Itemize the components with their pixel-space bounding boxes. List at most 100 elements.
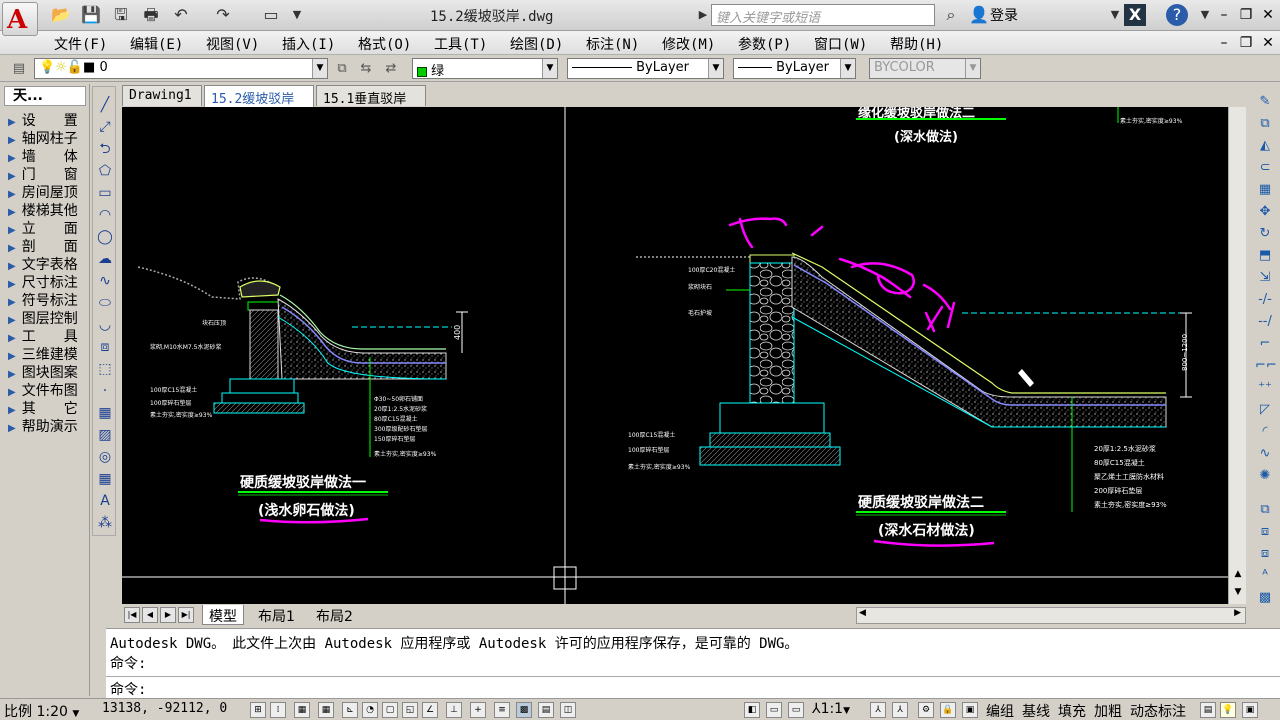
status-button-dynamic-dim[interactable]: 动态标注 <box>1130 701 1186 720</box>
panel-item[interactable]: ▶ 尺寸标注 <box>8 274 88 292</box>
binoculars-icon[interactable]: ⌕ <box>940 4 962 26</box>
linetype-dropdown[interactable]: ByLayer ▼ <box>567 58 724 79</box>
lineweight-icon[interactable]: ≡ <box>494 702 510 718</box>
insert-block-icon[interactable]: ⧈ <box>95 337 115 357</box>
panel-item[interactable]: ▶ 立 面 <box>8 220 88 238</box>
panel-title[interactable]: 天... <box>4 86 86 106</box>
layer-previous-icon[interactable]: ⇆ <box>357 60 375 78</box>
hatch-icon[interactable]: ▦ <box>95 403 115 423</box>
quick-view-layouts-icon[interactable]: ▭ <box>766 702 782 718</box>
last-tab-icon[interactable]: ▶| <box>178 607 194 623</box>
application-menu-button[interactable]: A <box>2 2 38 36</box>
hardware-accel-icon[interactable]: ▣ <box>962 702 978 718</box>
toolbar-lock-icon[interactable]: 🔒 <box>940 702 956 718</box>
panel-item[interactable]: ▶ 图块图案 <box>8 364 88 382</box>
break-at-point-icon[interactable]: ⌐ <box>1255 334 1275 354</box>
help-icon[interactable]: ? <box>1166 4 1188 26</box>
send-back-icon[interactable]: ⧈ <box>1255 544 1275 564</box>
tab-layout1[interactable]: 布局1 <box>252 605 301 625</box>
autoscale-icon[interactable]: ⅄ <box>892 702 908 718</box>
osnap-icon[interactable]: ▢ <box>382 702 398 718</box>
save-as-icon[interactable]: 🖫 <box>110 4 132 26</box>
panel-item[interactable]: ▶ 符号标注 <box>8 292 88 310</box>
doc-restore-icon[interactable]: ❐ <box>1236 34 1256 52</box>
layer-dropdown[interactable]: 💡☼🔓■ 0 ▼ <box>34 58 328 79</box>
lineweight-dropdown[interactable]: ByLayer ▼ <box>733 58 856 79</box>
panel-item[interactable]: ▶ 墙 体 <box>8 148 88 166</box>
make-block-icon[interactable]: ⬚ <box>95 359 115 379</box>
transparency-icon[interactable]: ▩ <box>516 702 532 718</box>
horizontal-scrollbar[interactable]: ◀ ▶ <box>856 607 1246 624</box>
drawing-canvas[interactable]: 400 块石压顶 浆砌,M10水M7.5水泥砂浆 100厚C15混凝土 100厚… <box>122 107 1228 604</box>
ucs-icon[interactable]: ⊥ <box>446 702 462 718</box>
add-selected-icon[interactable]: ⁂ <box>95 513 115 533</box>
blend-icon[interactable]: ∿ <box>1255 444 1275 464</box>
help-dropdown-icon[interactable]: ▼ <box>1194 4 1216 26</box>
minimize-window-icon[interactable]: – <box>1214 6 1234 24</box>
doc-minimize-icon[interactable]: – <box>1214 34 1234 52</box>
menu-window[interactable]: 窗口(W) <box>814 34 867 54</box>
panel-item[interactable]: ▶ 工 具 <box>8 328 88 346</box>
scroll-down-icon[interactable]: ▼ <box>1231 587 1245 603</box>
layer-manager-icon[interactable]: ▤ <box>10 60 28 78</box>
status-button-bold[interactable]: 加粗 <box>1094 701 1122 720</box>
login-dropdown-icon[interactable]: ▼ <box>1104 4 1126 26</box>
first-tab-icon[interactable]: |◀ <box>124 607 140 623</box>
region-icon[interactable]: ◎ <box>95 447 115 467</box>
panel-item[interactable]: ▶ 图层控制 <box>8 310 88 328</box>
trim-icon[interactable]: -/- <box>1255 290 1275 310</box>
user-icon[interactable]: 👤 <box>968 4 990 26</box>
menu-format[interactable]: 格式(O) <box>358 34 411 54</box>
erase-icon[interactable]: ✎ <box>1255 92 1275 112</box>
hatch-back-icon[interactable]: ▩ <box>1255 588 1275 608</box>
panel-item[interactable]: ▶ 轴网柱子 <box>8 130 88 148</box>
circle-icon[interactable]: ◯ <box>95 227 115 247</box>
3d-osnap-icon[interactable]: ◱ <box>402 702 418 718</box>
panel-item[interactable]: ▶ 帮助演示 <box>8 418 88 436</box>
doc-close-icon[interactable]: ✕ <box>1258 34 1278 52</box>
panel-item[interactable]: ▶ 文件布图 <box>8 382 88 400</box>
dyn-icon[interactable]: + <box>470 702 486 718</box>
communication-center-icon[interactable]: ▤ <box>1200 702 1216 718</box>
restore-window-icon[interactable]: ❐ <box>1236 6 1256 24</box>
panel-item[interactable]: ▶ 楼梯其他 <box>8 202 88 220</box>
save-icon[interactable]: 💾 <box>80 4 102 26</box>
annotation-visibility-icon[interactable]: ⅄ <box>870 702 886 718</box>
qat-dropdown-icon[interactable]: ▼ <box>286 4 308 26</box>
scroll-up-icon[interactable]: ▲ <box>1231 569 1245 585</box>
make-current-layer-icon[interactable]: ⧉ <box>333 60 351 78</box>
menu-tools[interactable]: 工具(T) <box>434 34 487 54</box>
line-tool-icon[interactable]: ╱ <box>95 95 115 115</box>
lightbulb-icon[interactable]: 💡 <box>1220 702 1236 718</box>
stretch-icon[interactable]: ⇲ <box>1255 268 1275 288</box>
extend-icon[interactable]: --/ <box>1255 312 1275 332</box>
grid-icon[interactable]: ▦ <box>294 702 310 718</box>
otrack-icon[interactable]: ∠ <box>422 702 438 718</box>
polyline-icon[interactable]: ⮌ <box>95 139 115 159</box>
spline-icon[interactable]: ∿ <box>95 271 115 291</box>
quick-props-icon[interactable]: ▤ <box>538 702 554 718</box>
menu-modify[interactable]: 修改(M) <box>662 34 715 54</box>
next-tab-icon[interactable]: ▶ <box>160 607 176 623</box>
ellipse-icon[interactable]: ⬭ <box>95 293 115 313</box>
command-input[interactable]: 命令: <box>106 676 1280 698</box>
text-front-icon[interactable]: ᴬ <box>1255 566 1275 586</box>
scroll-right-icon[interactable]: ▶ <box>1234 608 1241 618</box>
close-window-icon[interactable]: ✕ <box>1258 6 1278 24</box>
new-sheet-icon[interactable]: ▭ <box>260 4 282 26</box>
rotate-icon[interactable]: ↻ <box>1255 224 1275 244</box>
status-button-baseline[interactable]: 基线 <box>1022 701 1050 720</box>
snap-icon[interactable]: ⁞ <box>270 702 286 718</box>
chamfer-icon[interactable]: ◸ <box>1255 400 1275 420</box>
draw-order-icon[interactable]: ⧉ <box>1255 500 1275 520</box>
exchange-icon[interactable]: X <box>1124 4 1146 26</box>
copy-icon[interactable]: ⧉ <box>1255 114 1275 134</box>
revision-cloud-icon[interactable]: ☁ <box>95 249 115 269</box>
infer-constraints-icon[interactable]: ⊞ <box>250 702 266 718</box>
selection-cycle-icon[interactable]: ◫ <box>560 702 576 718</box>
ellipse-arc-icon[interactable]: ◡ <box>95 315 115 335</box>
multiline-text-icon[interactable]: A <box>95 491 115 511</box>
color-dropdown[interactable]: 绿 ▼ <box>412 58 558 79</box>
scroll-left-icon[interactable]: ◀ <box>859 608 866 618</box>
tab-drawing1[interactable]: Drawing1 <box>122 85 202 106</box>
